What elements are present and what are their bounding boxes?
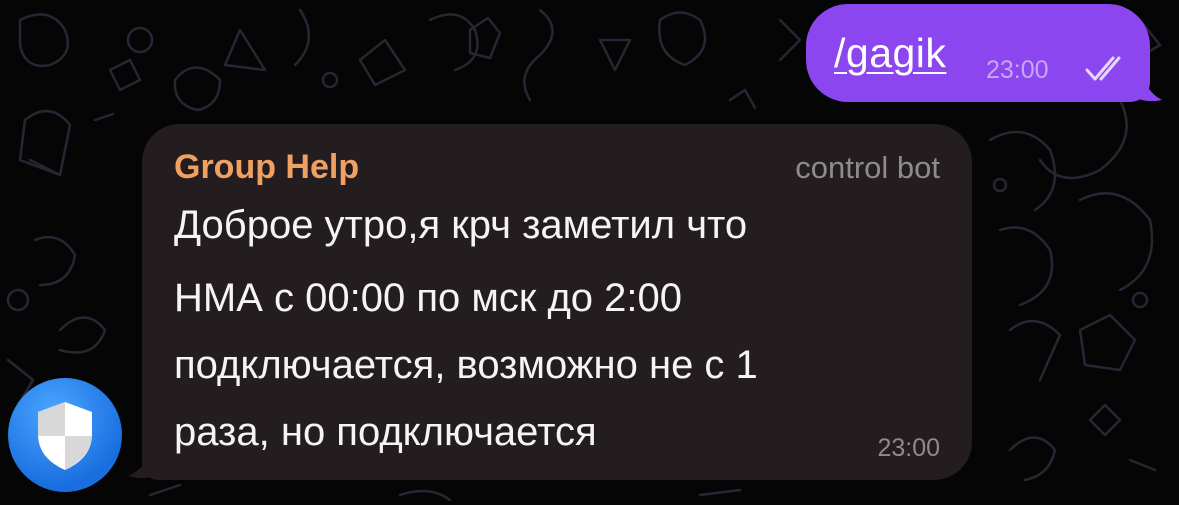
sender-name[interactable]: Group Help xyxy=(174,148,359,187)
chat-screen: /gagik 23:00 Group Help control bot Добр… xyxy=(0,0,1179,505)
outgoing-timestamp: 23:00 xyxy=(986,56,1049,84)
outgoing-bubble-tail xyxy=(1130,60,1162,102)
incoming-timestamp: 23:00 xyxy=(877,434,940,462)
message-text-line: Доброе утро,я крч заметил что xyxy=(174,203,748,247)
command-link[interactable]: /gagik xyxy=(834,30,946,77)
bot-role-badge: control bot xyxy=(795,150,940,185)
message-text-line: подключается, возможно не с 1 xyxy=(174,343,758,387)
message-text-line: раза, но подключается xyxy=(174,410,597,454)
shield-icon xyxy=(38,402,92,470)
double-check-icon xyxy=(1085,56,1121,81)
message-text-line: НМА с 00:00 по мск до 2:00 xyxy=(174,276,683,320)
incoming-bubble-tail xyxy=(128,434,164,478)
avatar[interactable] xyxy=(8,378,122,492)
